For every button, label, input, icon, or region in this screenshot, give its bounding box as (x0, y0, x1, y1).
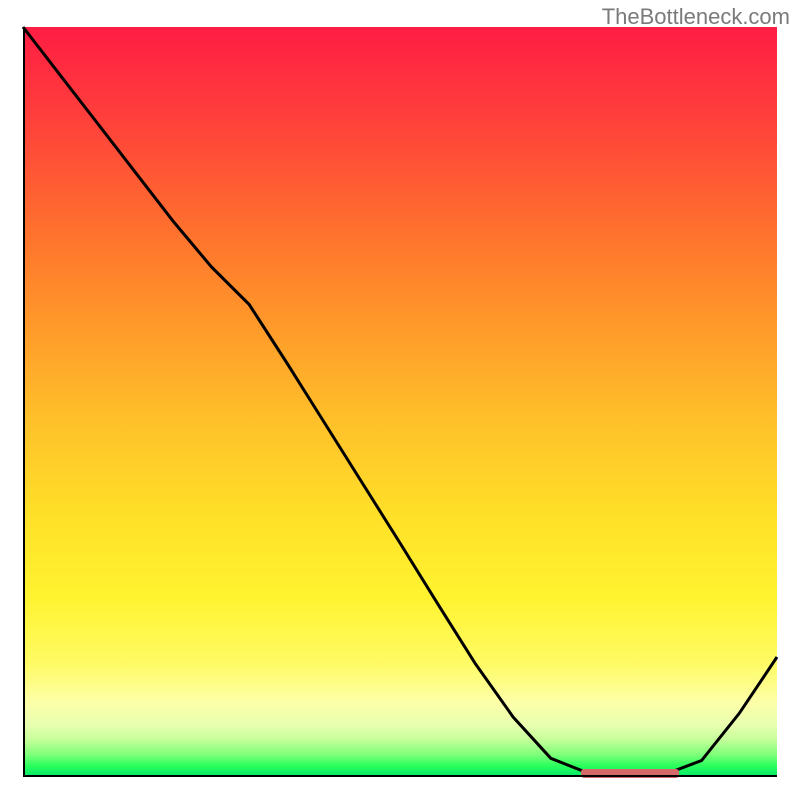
plot-gradient-background (23, 27, 777, 777)
chart-svg (23, 27, 777, 777)
chart-container: TheBottleneck.com (0, 0, 800, 800)
curve-path (23, 27, 777, 776)
optimal-band-marker (581, 769, 679, 778)
attribution-label: TheBottleneck.com (602, 4, 790, 30)
